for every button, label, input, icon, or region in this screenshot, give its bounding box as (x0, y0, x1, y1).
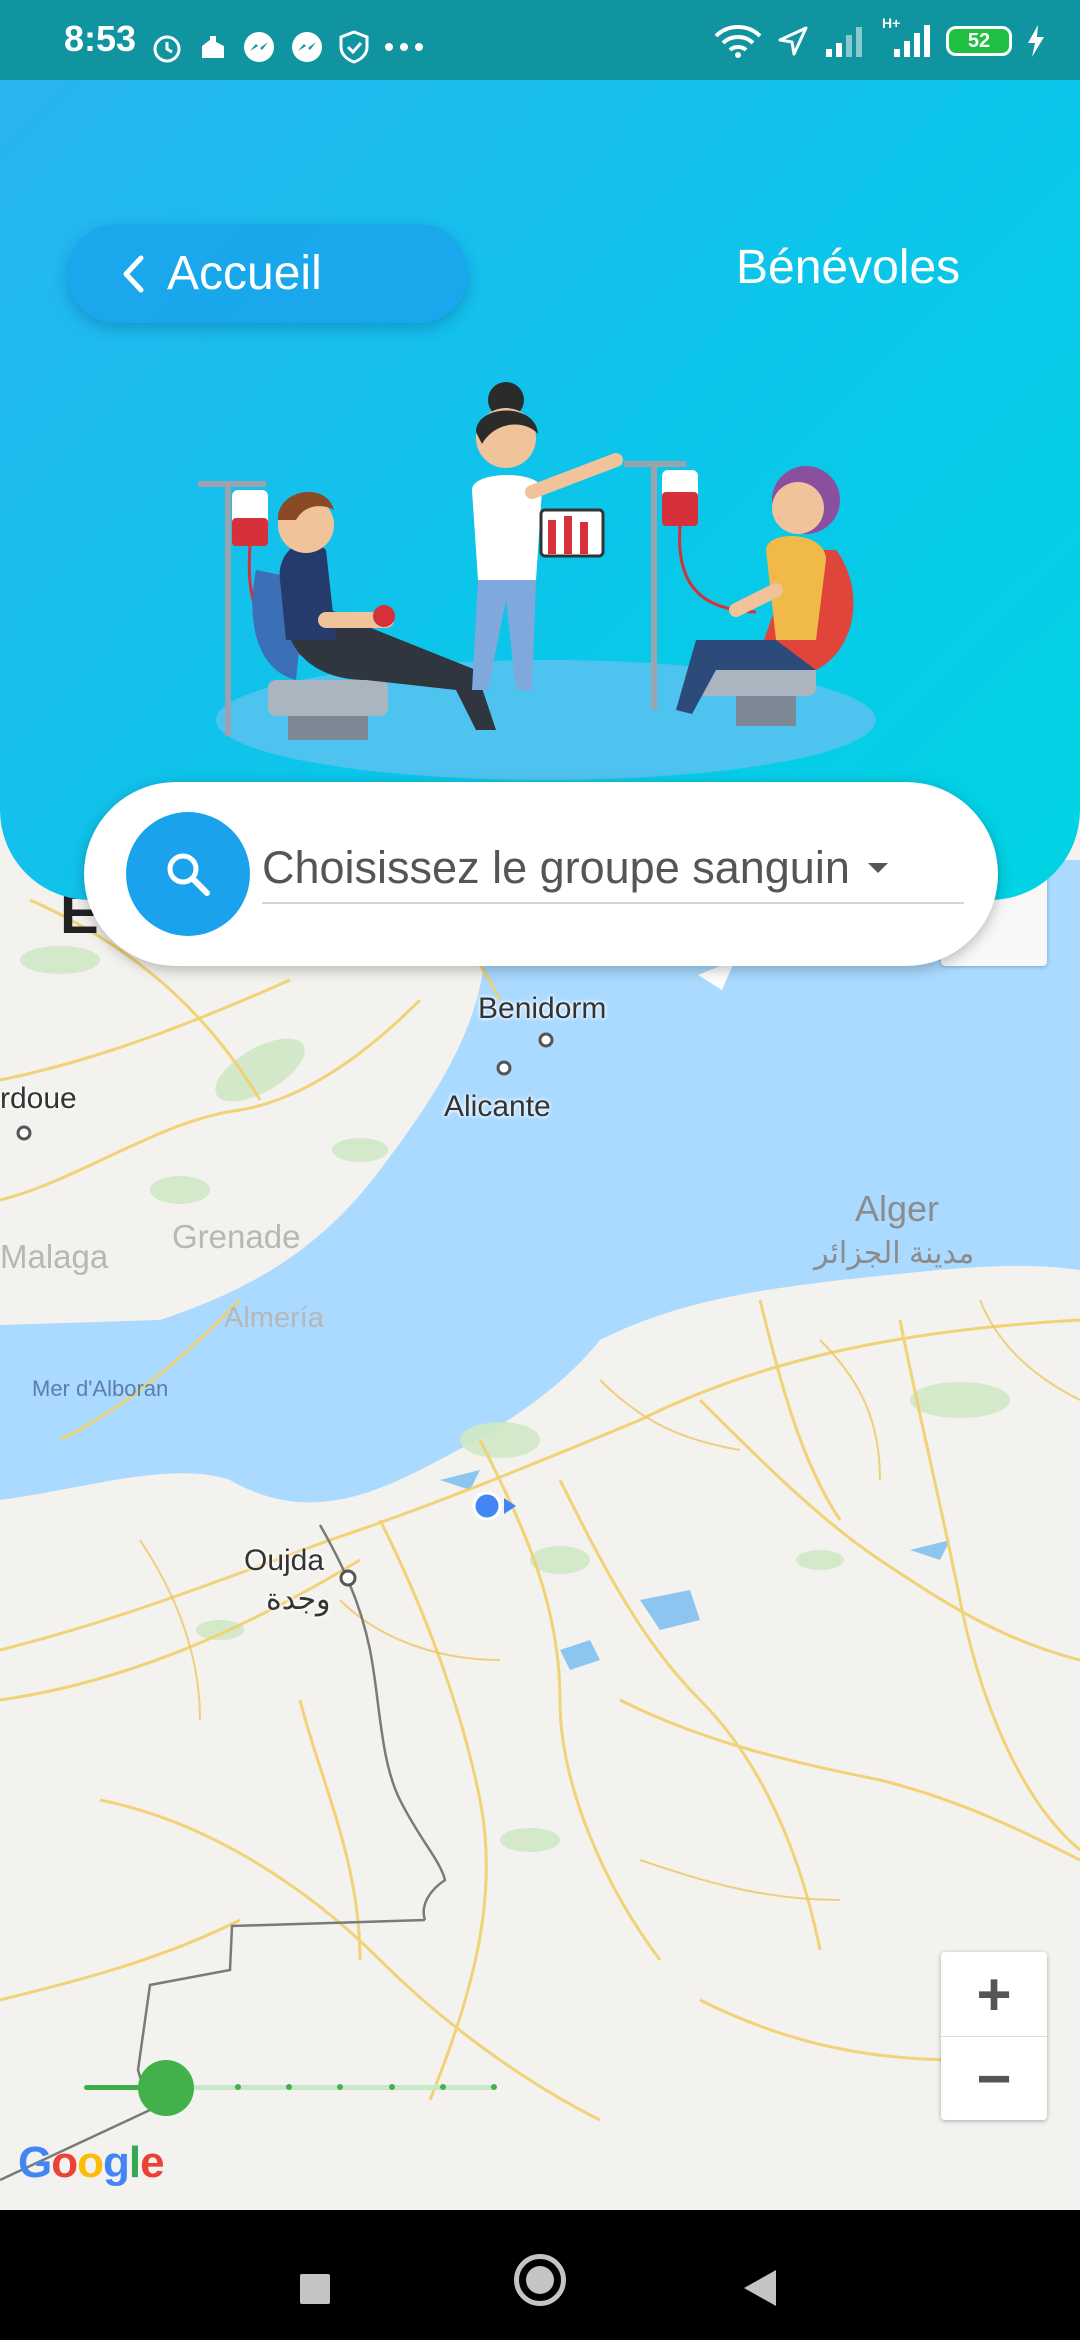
status-time: 8:53 (64, 18, 137, 59)
signal-hplus-icon: H+ (882, 15, 932, 57)
distance-slider[interactable] (84, 2060, 497, 2116)
slider-tick (389, 2084, 395, 2090)
slider-tick (235, 2084, 241, 2090)
blood-group-select-placeholder: Choisissez le groupe sanguin (262, 842, 850, 893)
back-home-button[interactable]: Accueil (67, 224, 468, 323)
search-button[interactable] (126, 812, 250, 936)
messenger-icon-2 (292, 32, 322, 62)
system-nav-bar (0, 2210, 1080, 2340)
map-label-alicante: Alicante (444, 1090, 551, 1123)
slider-tick (440, 2084, 446, 2090)
map-label-oujda: Oujda (244, 1544, 325, 1577)
messenger-icon (244, 32, 274, 62)
zoom-out-button[interactable]: − (941, 2036, 1047, 2120)
wifi-icon (714, 25, 762, 58)
app-notification-icon (202, 36, 224, 58)
map-label-oujda-arabic: وجدة (266, 1583, 331, 1616)
header-banner: 8:53 H+ 52 Accueil Bénévoles (0, 0, 1080, 900)
map-label-alger-arabic: مدينة الجزائر (814, 1237, 975, 1270)
map-label-sea: Mer d'Alboran (32, 1376, 169, 1401)
map-label-almeria: Almería (224, 1302, 324, 1334)
map-label-malaga: Malaga (0, 1238, 109, 1275)
caret-down-icon (867, 863, 888, 873)
back-button-label: Accueil (167, 247, 322, 300)
alarm-icon (153, 35, 181, 63)
charging-bolt-icon (1028, 25, 1044, 57)
slider-tick (491, 2084, 497, 2090)
home-button[interactable] (514, 2254, 566, 2306)
zoom-controls: + − (941, 1952, 1047, 2120)
more-notifications-icon (385, 43, 423, 51)
search-icon (167, 853, 210, 896)
volunteers-link[interactable]: Bénévoles (736, 240, 960, 295)
battery-indicator: 52 (946, 26, 1012, 56)
blood-group-select[interactable]: Choisissez le groupe sanguin (262, 834, 964, 904)
map-label-cordoue: rdoue (0, 1082, 77, 1115)
network-type-label: H+ (882, 15, 901, 31)
slider-tick (286, 2084, 292, 2090)
slider-tick (337, 2084, 343, 2090)
recent-apps-button[interactable] (300, 2274, 330, 2304)
blood-donation-illustration (198, 382, 876, 780)
location-arrow-icon (778, 26, 808, 56)
map-label-grenade: Grenade (172, 1218, 301, 1255)
zoom-in-button[interactable]: + (941, 1952, 1047, 2036)
back-button[interactable] (744, 2270, 776, 2306)
signal-icon (826, 27, 862, 57)
slider-thumb[interactable] (138, 2060, 194, 2116)
blood-group-search-card: Choisissez le groupe sanguin (84, 782, 998, 966)
google-logo: Google (18, 2138, 165, 2187)
status-bar: 8:53 H+ 52 (0, 0, 1080, 80)
map-label-benidorm: Benidorm (478, 992, 607, 1025)
chevron-left-icon (123, 255, 144, 292)
shield-icon (339, 30, 369, 64)
map-label-alger: Alger (855, 1188, 940, 1229)
